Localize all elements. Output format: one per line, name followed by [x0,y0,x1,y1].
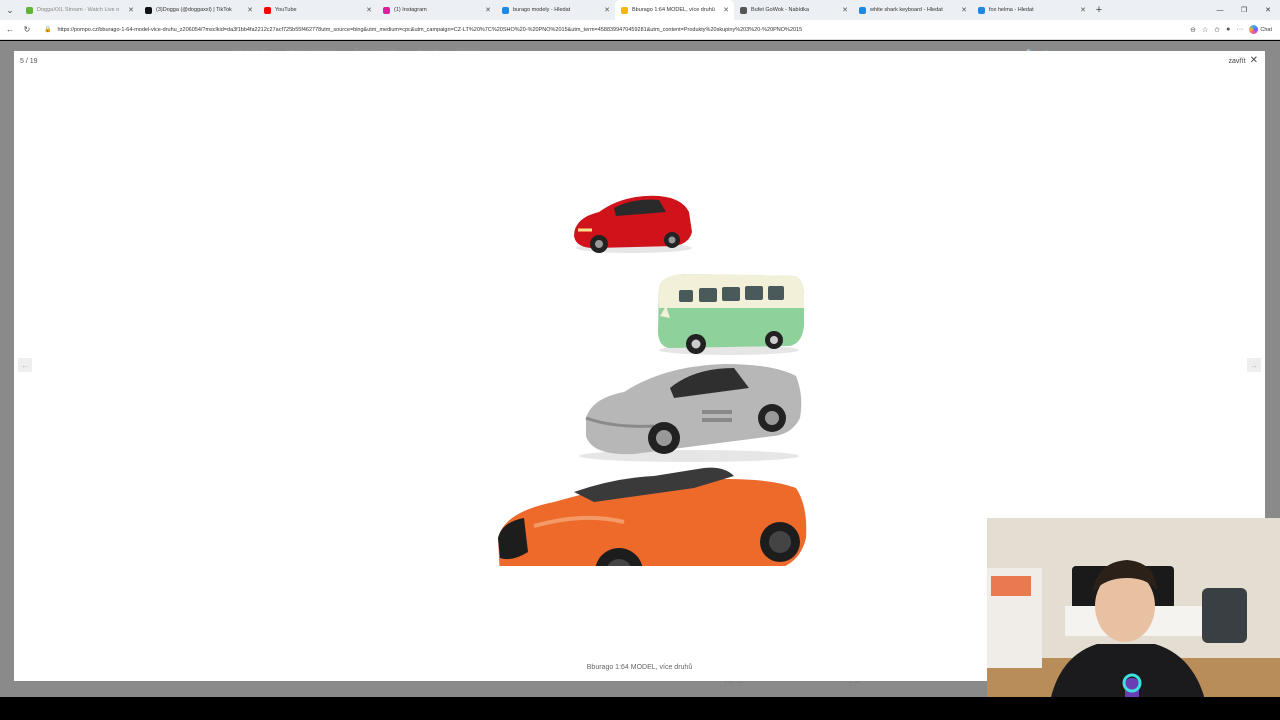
read-aloud-icon[interactable]: ⊖ [1190,26,1196,34]
vw-bus-model [658,274,804,355]
browser-tab[interactable]: (1) Instagram ✕ [377,0,496,20]
tab-favicon-icon [26,6,33,14]
address-bar[interactable]: 🔒 https://pompo.cz/bburago-1-64-model-vi… [38,22,1182,37]
copilot-icon [1249,25,1259,34]
close-tab-icon[interactable]: ✕ [722,6,730,14]
tab-favicon-icon [978,6,985,14]
close-tab-icon[interactable]: ✕ [960,6,968,14]
favorites-icon[interactable]: ✩ [1214,26,1220,34]
tab-title: Bburago 1:64 MODEL, více druhů [632,7,715,13]
tab-list-icon[interactable]: ⌄ [0,0,20,20]
close-tab-icon[interactable]: ✕ [841,6,849,14]
copilot-label: Chat [1260,26,1272,33]
star-icon[interactable]: ☆ [1202,26,1208,34]
tab-title: (1) Instagram [394,7,427,13]
browser-tab[interactable]: DoggaXXL Stream - Watch Live o ✕ [20,0,139,20]
silver-car-model [579,364,802,462]
close-tab-icon[interactable]: ✕ [1079,6,1087,14]
back-icon[interactable]: ← [3,23,17,37]
new-tab-icon[interactable]: + [1091,0,1107,20]
browser-tab[interactable]: YouTube ✕ [258,0,377,20]
close-lightbox-button[interactable]: zavřít ✕ [1228,56,1258,66]
orange-car-model [498,467,807,566]
close-label: zavřít [1228,57,1246,65]
browser-tab[interactable]: white shark keyboard - Hledat ✕ [853,0,972,20]
tab-title: (3)Dogga (@doggaxxl) | TikTok [156,7,232,13]
close-tab-icon[interactable]: ✕ [484,6,492,14]
close-window-icon[interactable]: ✕ [1256,0,1280,20]
tab-favicon-icon [264,6,271,14]
close-tab-icon[interactable]: ✕ [365,6,373,14]
tab-favicon-icon [145,6,152,14]
more-icon[interactable]: ··· [1236,26,1243,33]
close-icon: ✕ [1249,55,1258,66]
tab-favicon-icon [502,6,509,14]
tab-favicon-icon [621,6,628,14]
profile-icon[interactable]: ● [1226,26,1230,33]
webcam-overlay [987,518,1280,720]
tab-title: fox helma - Hledat [989,7,1034,13]
tab-title: DoggaXXL Stream - Watch Live o [37,7,120,13]
red-car-model [574,195,692,253]
product-image [498,195,807,566]
tab-favicon-icon [859,6,866,14]
refresh-icon[interactable]: ↻ [20,23,34,37]
minimize-icon[interactable]: — [1208,0,1232,20]
tab-title: Bufet GoWok - Nabídka [751,7,809,13]
tab-title: YouTube [275,7,297,13]
navigation-bar: ← ↻ 🔒 https://pompo.cz/bburago-1-64-mode… [0,20,1280,40]
close-tab-icon[interactable]: ✕ [603,6,611,14]
browser-tab[interactable]: burago modely - Hledat ✕ [496,0,615,20]
close-tab-icon[interactable]: ✕ [246,6,254,14]
close-tab-icon[interactable]: ✕ [127,6,135,14]
image-counter: 5 / 19 [20,58,38,65]
maximize-icon[interactable]: ❐ [1232,0,1256,20]
arrow-right-icon[interactable]: → [1247,358,1261,372]
taskbar-strip [0,697,1280,720]
browser-tab[interactable]: Bufet GoWok - Nabídka ✕ [734,0,853,20]
tab-favicon-icon [383,6,390,14]
copilot-button[interactable]: Chat [1249,25,1272,34]
tab-favicon-icon [740,6,747,14]
tab-title: burago modely - Hledat [513,7,571,13]
arrow-left-icon[interactable]: ← [18,358,32,372]
browser-tab[interactable]: fox helma - Hledat ✕ [972,0,1091,20]
tab-title: white shark keyboard - Hledat [870,7,943,13]
lock-icon: 🔒 [44,27,52,33]
browser-tab[interactable]: (3)Dogga (@doggaxxl) | TikTok ✕ [139,0,258,20]
window-controls: — ❐ ✕ [1208,0,1280,20]
url-text: https://pompo.cz/bburago-1-64-model-vice… [57,26,803,33]
browser-tab[interactable]: Bburago 1:64 MODEL, více druhů ✕ [615,0,734,20]
webcam-feed [987,518,1280,720]
tab-strip: ⌄ DoggaXXL Stream - Watch Live o ✕ (3)Dogg… [0,0,1280,20]
